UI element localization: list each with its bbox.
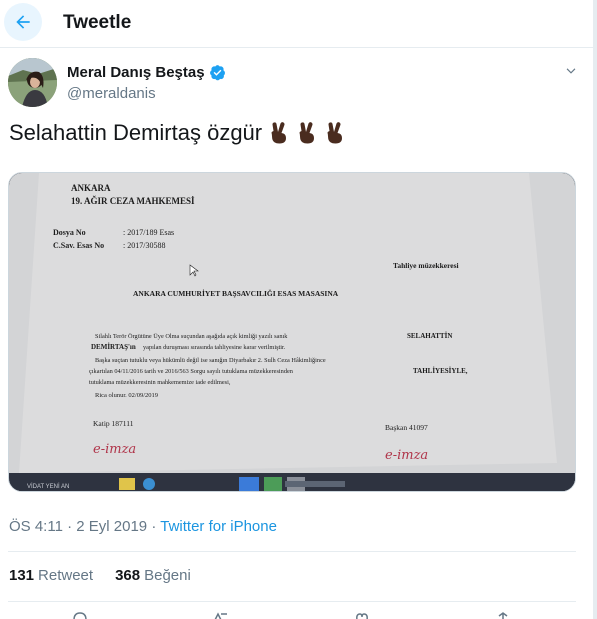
meta-separator: · bbox=[67, 518, 73, 535]
doc-body-line4: çıkartılan 04/11/2016 tarih ve 2016/563 … bbox=[89, 368, 294, 375]
retweets-stat[interactable]: 131 Retweet bbox=[9, 567, 93, 584]
likes-label: Beğeni bbox=[144, 567, 191, 584]
author-name[interactable]: Meral Danış Beştaş bbox=[67, 64, 226, 81]
tweet-text-body: Selahattin Demirtaş özgür bbox=[9, 120, 263, 145]
tweet-meta: ÖS 4:11 · 2 Eyl 2019 · Twitter for iPhon… bbox=[9, 518, 277, 535]
doc-body-line4b: TAHLİYESİYLE, bbox=[413, 367, 468, 375]
tweet-date[interactable]: 2 Eyl 2019 bbox=[76, 518, 147, 535]
doc-body-line6: Rica olunur. 02/09/2019 bbox=[95, 392, 158, 399]
back-button[interactable] bbox=[4, 3, 42, 41]
tweet-actions bbox=[0, 612, 597, 619]
doc-katip: Katip 187111 bbox=[93, 419, 134, 428]
retweet-icon[interactable] bbox=[214, 612, 228, 619]
divider bbox=[8, 551, 576, 552]
divider bbox=[8, 601, 576, 602]
doc-body-line2b: yapılan duruşması sırasında tahliyesine … bbox=[143, 344, 286, 351]
author-name-text[interactable]: Meral Danış Beştaş bbox=[67, 64, 205, 81]
column-border bbox=[593, 0, 597, 619]
meta-separator: · bbox=[151, 518, 157, 535]
verified-badge-icon bbox=[209, 65, 225, 81]
doc-csav-label: C.Sav. Esas No bbox=[53, 241, 104, 250]
doc-esign-left: e-imza bbox=[93, 442, 136, 457]
avatar[interactable] bbox=[8, 58, 57, 107]
likes-count: 368 bbox=[115, 567, 141, 584]
doc-taskbar-text: VİDAT YENİ AN bbox=[27, 483, 69, 490]
doc-body-line5: tutuklama müzekkeresinin mahkememize iad… bbox=[89, 379, 231, 386]
doc-type: Tahliye müzekkeresi bbox=[393, 261, 459, 270]
doc-csav-value: : 2017/30588 bbox=[123, 241, 165, 250]
author-handle[interactable]: @meraldanis bbox=[67, 85, 156, 102]
tweet-photo[interactable]: ANKARA 19. AĞIR CEZA MAHKEMESİ Dosya No … bbox=[8, 172, 576, 492]
back-arrow-icon bbox=[16, 15, 30, 29]
victory-hand-icon bbox=[299, 122, 315, 144]
tweet-author: Meral Danış Beştaş @meraldanis bbox=[8, 58, 588, 108]
doc-body-line3: Başka suçtan tutuklu veya hükümlü değil … bbox=[95, 357, 326, 364]
doc-body-line1a: Silahlı Terör Örgütüne Üye Olma suçundan… bbox=[95, 333, 288, 340]
reply-icon[interactable] bbox=[73, 612, 87, 619]
like-icon[interactable] bbox=[355, 612, 369, 619]
victory-hand-icon bbox=[271, 122, 287, 144]
doc-body-line1b: SELAHATTİN bbox=[407, 332, 452, 340]
doc-body-line2a: DEMİRTAŞ'ın bbox=[91, 343, 136, 351]
tweet-menu-button[interactable] bbox=[560, 60, 582, 82]
likes-stat[interactable]: 368 Beğeni bbox=[115, 567, 191, 584]
top-bar: Tweetle bbox=[0, 0, 597, 48]
victory-hand-icon bbox=[327, 122, 343, 144]
tweet-time[interactable]: ÖS 4:11 bbox=[9, 518, 63, 535]
doc-dosya-label: Dosya No bbox=[53, 228, 86, 237]
doc-city: ANKARA bbox=[71, 183, 111, 193]
doc-court: 19. AĞIR CEZA MAHKEMESİ bbox=[71, 196, 195, 206]
retweets-label: Retweet bbox=[38, 567, 94, 584]
retweets-count: 131 bbox=[9, 567, 35, 584]
doc-dosya-value: : 2017/189 Esas bbox=[123, 228, 174, 237]
tweet-stats: 131 Retweet 368 Beğeni bbox=[9, 567, 191, 584]
doc-esign-right: e-imza bbox=[385, 448, 428, 463]
doc-addressee: ANKARA CUMHURİYET BAŞSAVCILIĞI ESAS MASA… bbox=[133, 288, 339, 298]
doc-baskan: Başkan 41097 bbox=[385, 423, 428, 432]
tweet-text: Selahattin Demirtaş özgür bbox=[9, 120, 346, 146]
emoji-row bbox=[268, 121, 346, 145]
chevron-down-icon bbox=[566, 68, 576, 74]
share-icon[interactable] bbox=[496, 612, 510, 619]
page-title: Tweetle bbox=[63, 12, 132, 33]
tweet-source-link[interactable]: Twitter for iPhone bbox=[160, 518, 277, 535]
